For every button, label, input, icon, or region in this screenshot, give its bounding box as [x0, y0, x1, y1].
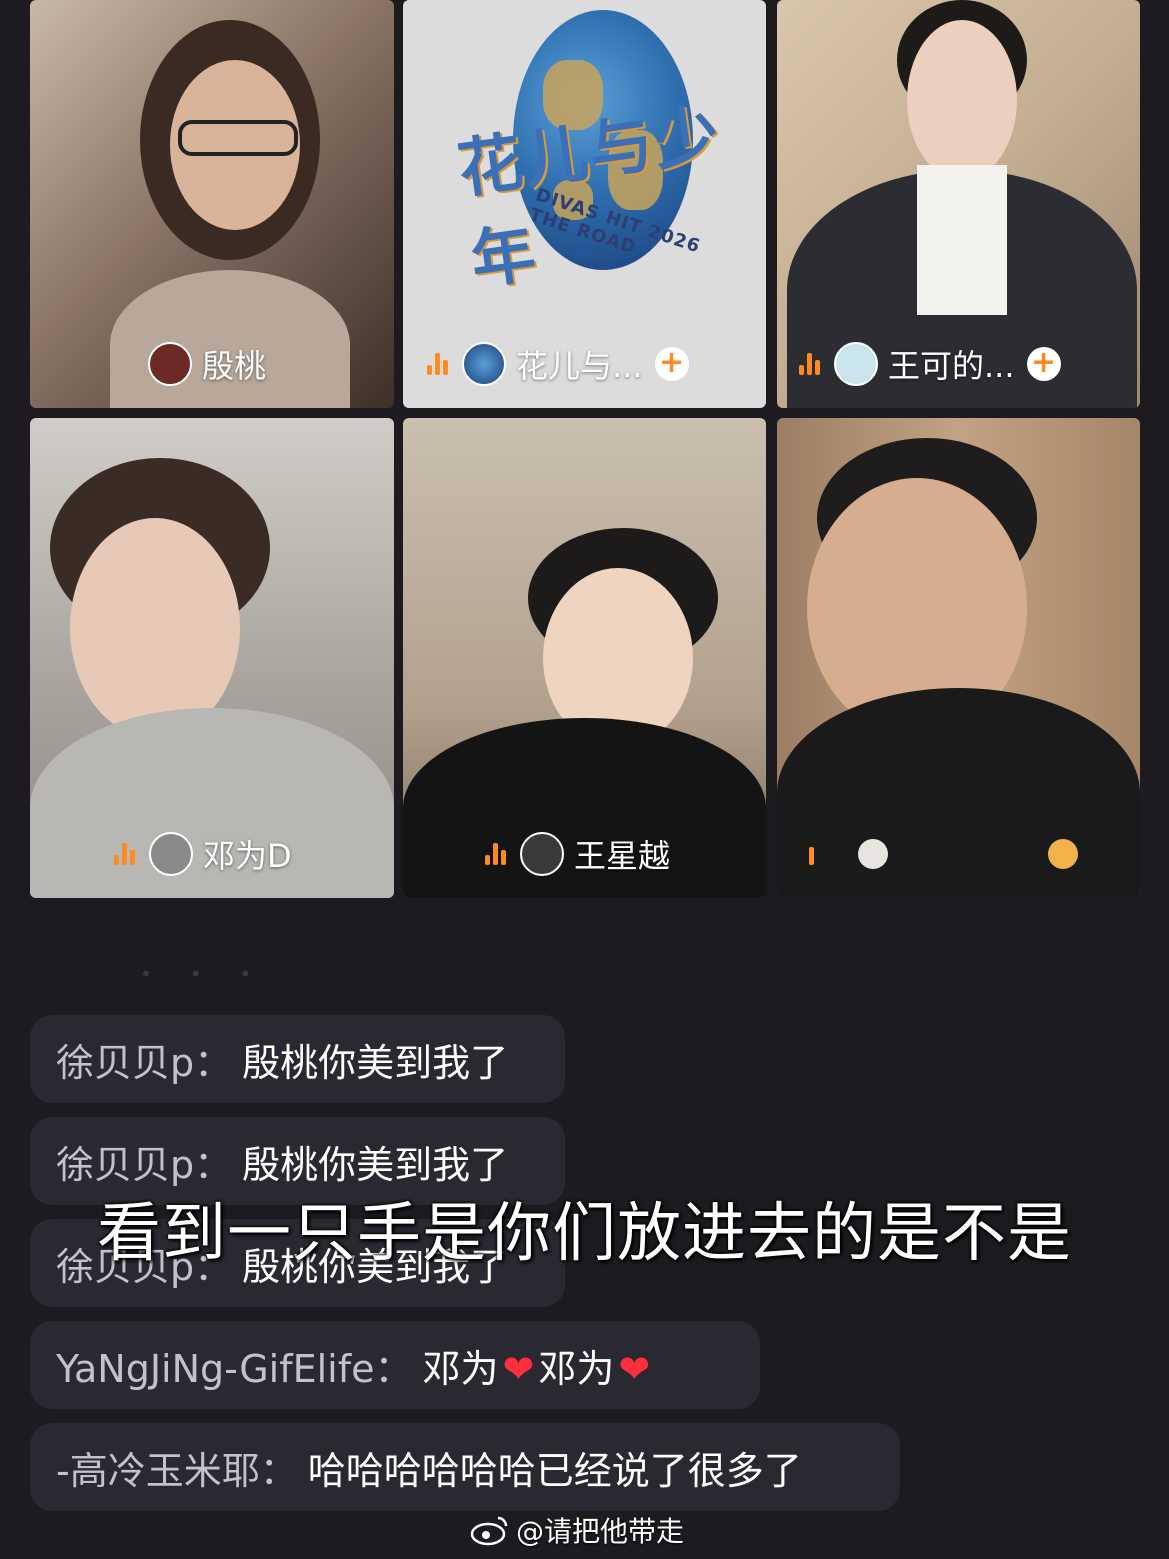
video-subtitle: 看到一只手是你们放进去的是不是: [97, 1197, 1072, 1271]
comment-item: YaNgJiNg-GifElife： 邓为 ❤ 邓为 ❤: [30, 1321, 760, 1409]
volume-icon: [427, 353, 448, 375]
comment-item: -高冷玉米耶： 哈哈哈哈哈哈已经说了很多了: [30, 1423, 900, 1511]
comment-item: 徐贝贝p： 殷桃你美到我了: [30, 1015, 565, 1103]
watermark-text: @请把他带走: [516, 1515, 685, 1548]
volume-icon: [114, 843, 135, 865]
participant-avatar[interactable]: [858, 839, 888, 869]
comment-text: 哈哈哈哈哈哈已经说了很多了: [307, 1448, 802, 1493]
comment-text: 殷桃你美到我了: [242, 1040, 509, 1085]
comment-text: 殷桃你美到我了: [242, 1142, 509, 1187]
comment-user[interactable]: YaNgJiNg-GifElife：: [56, 1338, 413, 1393]
comment-user[interactable]: 徐贝贝p：: [56, 1134, 232, 1189]
comment-user[interactable]: -高冷玉米耶：: [56, 1440, 298, 1495]
volume-icon: [809, 843, 814, 865]
video-tile-6[interactable]: [777, 418, 1140, 898]
participant-name: 邓为D: [203, 837, 292, 875]
video-tile-5[interactable]: 王星越: [403, 418, 766, 898]
volume-icon: [485, 843, 506, 865]
participant-avatar[interactable]: [149, 832, 193, 876]
follow-plus-icon[interactable]: +: [1026, 347, 1061, 381]
participant-avatar[interactable]: [520, 832, 564, 876]
gift-icon: [1048, 839, 1078, 869]
heart-icon: ❤: [618, 1346, 651, 1391]
follow-plus-icon[interactable]: +: [654, 347, 689, 381]
comment-text-part: 邓为: [422, 1346, 499, 1391]
participant-name: 王星越: [574, 837, 671, 875]
comment-text-part: 邓为: [538, 1346, 615, 1391]
video-tile-4[interactable]: 邓为D: [30, 418, 394, 898]
participant-avatar[interactable]: [462, 342, 506, 386]
video-tile-1[interactable]: 殷桃: [30, 0, 394, 408]
video-tile-2[interactable]: 花儿与少年 DIVAS HIT 2026 THE ROAD 花儿与... +: [403, 0, 766, 408]
participant-name: 花儿与...: [516, 347, 643, 385]
volume-icon: [799, 353, 820, 375]
participant-name: 殷桃: [202, 347, 267, 385]
weibo-icon: [470, 1516, 508, 1546]
participant-avatar[interactable]: [834, 342, 878, 386]
scroll-indicator: •••: [140, 962, 290, 986]
watermark: @请把他带走: [470, 1510, 684, 1550]
show-logo: 花儿与少年 DIVAS HIT 2026 THE ROAD: [433, 10, 733, 310]
video-grid: 殷桃 花儿与少年 DIVAS HIT 2026 THE ROAD 花儿与... …: [30, 0, 1140, 898]
participant-avatar[interactable]: [148, 342, 192, 386]
comment-text: 邓为 ❤ 邓为 ❤: [423, 1338, 655, 1393]
participant-name: 王可的...: [888, 347, 1015, 385]
heart-icon: ❤: [502, 1346, 535, 1391]
comment-user[interactable]: 徐贝贝p：: [56, 1032, 232, 1087]
video-tile-3[interactable]: 王可的... +: [777, 0, 1140, 408]
